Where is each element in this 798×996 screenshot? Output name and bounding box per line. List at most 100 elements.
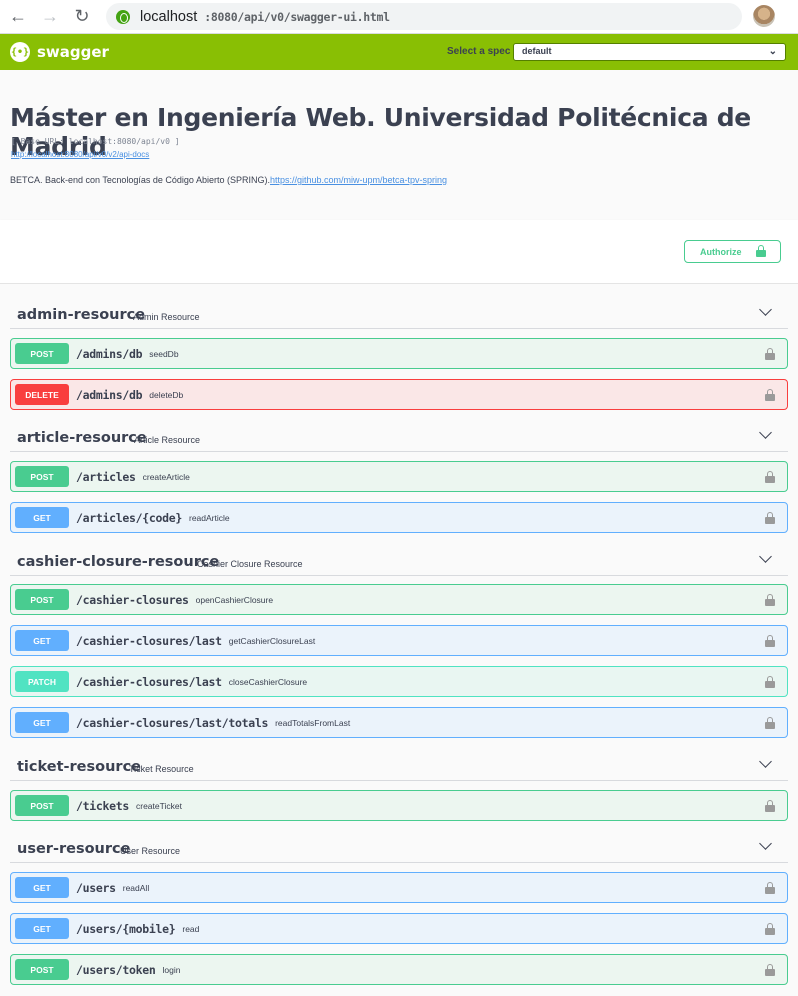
site-info-icon[interactable] (116, 9, 130, 24)
operation-post-users-token[interactable]: POST /users/token login (10, 954, 788, 985)
operation-summary: readAll (122, 882, 150, 893)
operation-summary: seedDb (149, 348, 179, 359)
tag-ticket-resource[interactable]: ticket-resource Ticket Resource (10, 751, 788, 781)
chevron-down-icon: ⌄ (768, 46, 777, 57)
tag-name: cashier-closure-resource (17, 554, 220, 570)
method-badge: GET (15, 918, 69, 939)
spec-select[interactable]: default ⌄ (513, 43, 786, 61)
operation-summary: login (162, 964, 181, 975)
lock-icon[interactable] (765, 389, 775, 401)
lock-icon[interactable] (765, 800, 775, 812)
swagger-logo-icon: {•} (10, 42, 30, 62)
operation-path: /admins/db (76, 387, 143, 402)
lock-icon[interactable] (765, 882, 775, 894)
swagger-logo-text: swagger (37, 43, 109, 61)
tag-name: article-resource (17, 430, 147, 446)
lock-icon[interactable] (765, 348, 775, 360)
operation-path: /cashier-closures/last/totals (76, 715, 269, 730)
tag-name: ticket-resource (17, 759, 142, 775)
tag-article-resource[interactable]: article-resource Article Resource (10, 422, 788, 452)
lock-icon[interactable] (765, 964, 775, 976)
method-badge: POST (15, 959, 69, 980)
tag-admin-resource[interactable]: admin-resource Admin Resource (10, 299, 788, 329)
authorize-label: Authorize (700, 246, 742, 257)
operation-get-articles-code[interactable]: GET /articles/{code} readArticle (10, 502, 788, 533)
operation-summary: createTicket (136, 800, 182, 811)
operation-post-articles[interactable]: POST /articles createArticle (10, 461, 788, 492)
operation-path: /articles (76, 469, 136, 484)
operation-get-users-mobile[interactable]: GET /users/{mobile} read (10, 913, 788, 944)
operation-post-tickets[interactable]: POST /tickets createTicket (10, 790, 788, 821)
operation-path: /articles/{code} (76, 510, 182, 525)
operation-summary: createArticle (142, 471, 190, 482)
tag-name: user-resource (17, 841, 131, 857)
operation-path: /users (76, 880, 116, 895)
operation-path: /cashier-closures/last (76, 633, 222, 648)
lock-icon[interactable] (765, 512, 775, 524)
lock-icon[interactable] (765, 594, 775, 606)
api-docs-link[interactable]: http://localhost:8080/api/v0/v2/api-docs (11, 150, 149, 159)
authorize-button[interactable]: Authorize (684, 240, 781, 263)
method-badge: POST (15, 466, 69, 487)
base-url: [ Base URL: localhost:8080/api/v0 ] (11, 137, 180, 146)
method-badge: POST (15, 343, 69, 364)
chevron-down-icon[interactable] (759, 426, 772, 439)
chevron-down-icon[interactable] (759, 837, 772, 850)
select-spec-label: Select a spec (447, 46, 511, 57)
swagger-topbar: {•} swagger Select a spec default ⌄ (0, 34, 798, 70)
operation-get-users[interactable]: GET /users readAll (10, 872, 788, 903)
operation-summary: read (182, 923, 200, 934)
url-text[interactable]: localhost:8080/api/v0/swagger-ui.html (140, 9, 390, 25)
operation-patch-cashier-closures-last[interactable]: PATCH /cashier-closures/last closeCashie… (10, 666, 788, 697)
url-host: localhost (140, 8, 198, 25)
operation-summary: readTotalsFromLast (275, 717, 351, 728)
browser-toolbar: ← → ↻ localhost:8080/api/v0/swagger-ui.h… (0, 0, 798, 34)
operation-post-cashier-closures[interactable]: POST /cashier-closures openCashierClosur… (10, 584, 788, 615)
tag-cashier-closure-resource[interactable]: cashier-closure-resource Cashier Closure… (10, 546, 788, 576)
operation-path: /users/{mobile} (76, 921, 176, 936)
tag-description: Article Resource (134, 435, 201, 445)
method-badge: DELETE (15, 384, 69, 405)
method-badge: POST (15, 589, 69, 610)
operation-summary: readArticle (188, 512, 230, 523)
operation-summary: openCashierClosure (195, 594, 274, 605)
tag-description: User Resource (120, 846, 181, 856)
operation-post-admins-db[interactable]: POST /admins/db seedDb (10, 338, 788, 369)
github-link[interactable]: https://github.com/miw-upm/betca-tpv-spr… (270, 175, 447, 185)
reload-icon[interactable]: ↻ (70, 5, 94, 29)
lock-icon[interactable] (765, 471, 775, 483)
lock-icon[interactable] (765, 635, 775, 647)
method-badge: PATCH (15, 671, 69, 692)
unlock-icon (756, 245, 766, 257)
chevron-down-icon[interactable] (759, 550, 772, 563)
method-badge: POST (15, 795, 69, 816)
operation-path: /users/token (76, 962, 156, 977)
lock-icon[interactable] (765, 717, 775, 729)
profile-avatar[interactable] (753, 5, 775, 27)
operation-get-cashier-closures-last-totals[interactable]: GET /cashier-closures/last/totals readTo… (10, 707, 788, 738)
description-text: BETCA. Back-end con Tecnologías de Códig… (10, 175, 270, 185)
forward-arrow-icon[interactable]: → (38, 5, 62, 29)
spec-select-value: default (522, 46, 552, 56)
operation-summary: closeCashierClosure (228, 676, 308, 687)
operation-delete-admins-db[interactable]: DELETE /admins/db deleteDb (10, 379, 788, 410)
operation-path: /admins/db (76, 346, 143, 361)
swagger-logo[interactable]: {•} swagger (10, 42, 109, 62)
tag-description: Ticket Resource (129, 764, 194, 774)
operation-path: /cashier-closures (76, 592, 189, 607)
chevron-down-icon[interactable] (759, 755, 772, 768)
api-description: BETCA. Back-end con Tecnologías de Códig… (10, 175, 447, 185)
operation-get-cashier-closures-last[interactable]: GET /cashier-closures/last getCashierClo… (10, 625, 788, 656)
back-arrow-icon[interactable]: ← (6, 5, 30, 29)
operation-path: /cashier-closures/last (76, 674, 222, 689)
lock-icon[interactable] (765, 923, 775, 935)
method-badge: GET (15, 630, 69, 651)
chevron-down-icon[interactable] (759, 303, 772, 316)
method-badge: GET (15, 877, 69, 898)
lock-icon[interactable] (765, 676, 775, 688)
address-bar[interactable]: localhost:8080/api/v0/swagger-ui.html (106, 3, 742, 30)
tag-description: Cashier Closure Resource (197, 559, 303, 569)
tag-name: admin-resource (17, 307, 146, 323)
operation-summary: getCashierClosureLast (228, 635, 316, 646)
tag-user-resource[interactable]: user-resource User Resource (10, 833, 788, 863)
